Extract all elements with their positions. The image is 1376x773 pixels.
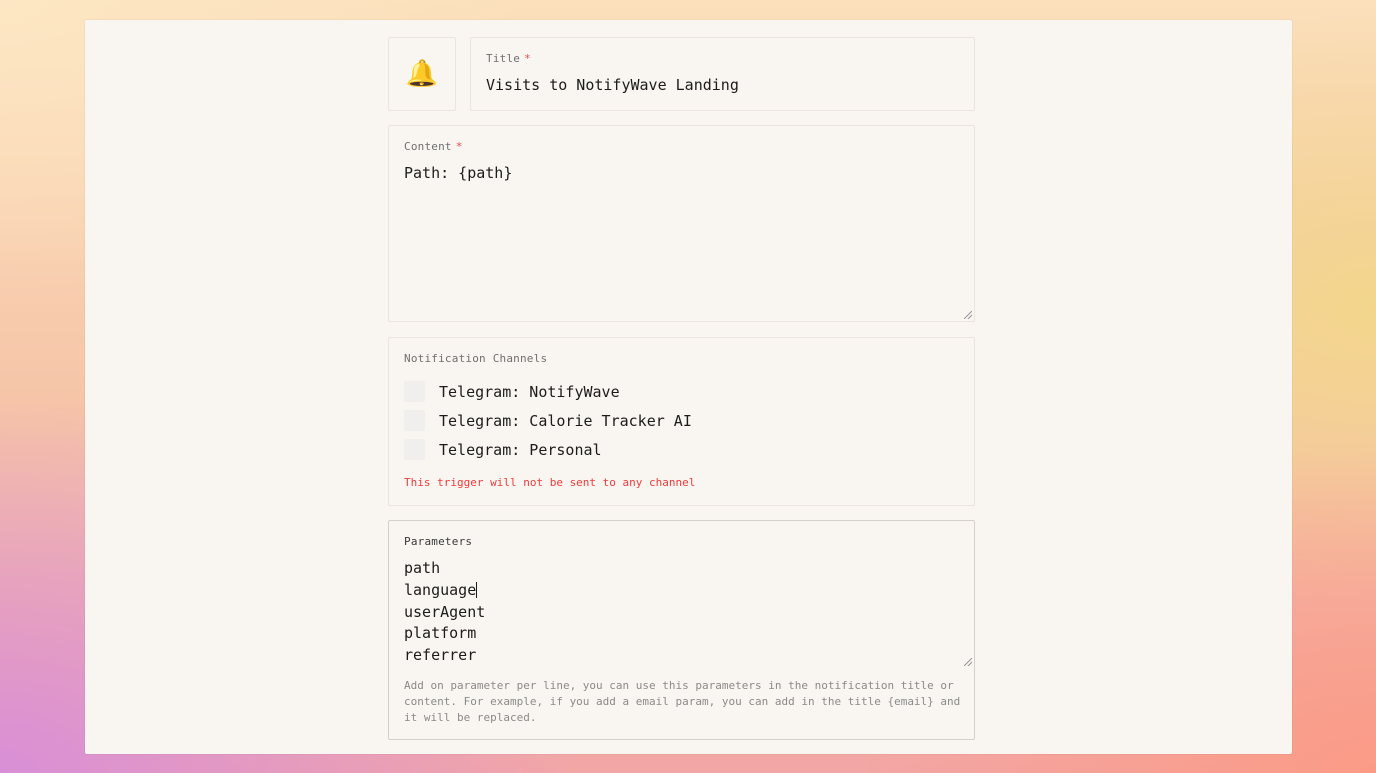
channel-option[interactable]: Telegram: Personal [404, 439, 602, 460]
parameter-line: language [404, 580, 478, 599]
channel-label: Telegram: Personal [439, 440, 602, 459]
channel-label: Telegram: NotifyWave [439, 382, 620, 401]
title-field[interactable]: Title * Visits to NotifyWave Landing [470, 37, 975, 111]
required-mark: * [455, 140, 463, 153]
parameter-line: path [404, 559, 441, 577]
text-cursor [476, 581, 478, 598]
channel-checkbox[interactable] [404, 381, 425, 402]
parameters-field[interactable]: Parameters path language userAgent platf… [388, 520, 975, 740]
channels-label: Notification Channels [404, 352, 548, 365]
parameters-label: Parameters [404, 535, 473, 548]
bell-icon: 🔔 [405, 59, 439, 89]
resize-handle-icon[interactable] [964, 658, 972, 666]
channel-option[interactable]: Telegram: NotifyWave [404, 381, 620, 402]
title-input[interactable]: Visits to NotifyWave Landing [486, 76, 739, 94]
title-label: Title * [486, 52, 531, 65]
channel-checkbox[interactable] [404, 410, 425, 431]
content-field[interactable]: Content * Path: {path} [388, 125, 975, 322]
content-textarea[interactable]: Path: {path} [404, 164, 512, 182]
parameter-line: referrer [404, 646, 477, 665]
parameter-line: userAgent [404, 602, 486, 621]
parameters-textarea[interactable]: path language userAgent platform referre… [404, 558, 485, 667]
notification-channels: Notification Channels Telegram: NotifyWa… [388, 337, 975, 506]
channel-label: Telegram: Calorie Tracker AI [439, 411, 692, 430]
parameter-line: platform [404, 624, 477, 643]
resize-handle-icon[interactable] [964, 311, 972, 319]
content-label: Content * [404, 140, 463, 153]
channel-option[interactable]: Telegram: Calorie Tracker AI [404, 410, 692, 431]
form-window: 🔔 Title * Visits to NotifyWave Landing Co… [85, 20, 1292, 754]
icon-picker[interactable]: 🔔 [388, 37, 456, 111]
parameters-help-text: Add on parameter per line, you can use t… [404, 679, 961, 724]
channel-warning: This trigger will not be sent to any cha… [404, 476, 696, 489]
channel-checkbox[interactable] [404, 439, 425, 460]
required-mark: * [524, 52, 531, 65]
